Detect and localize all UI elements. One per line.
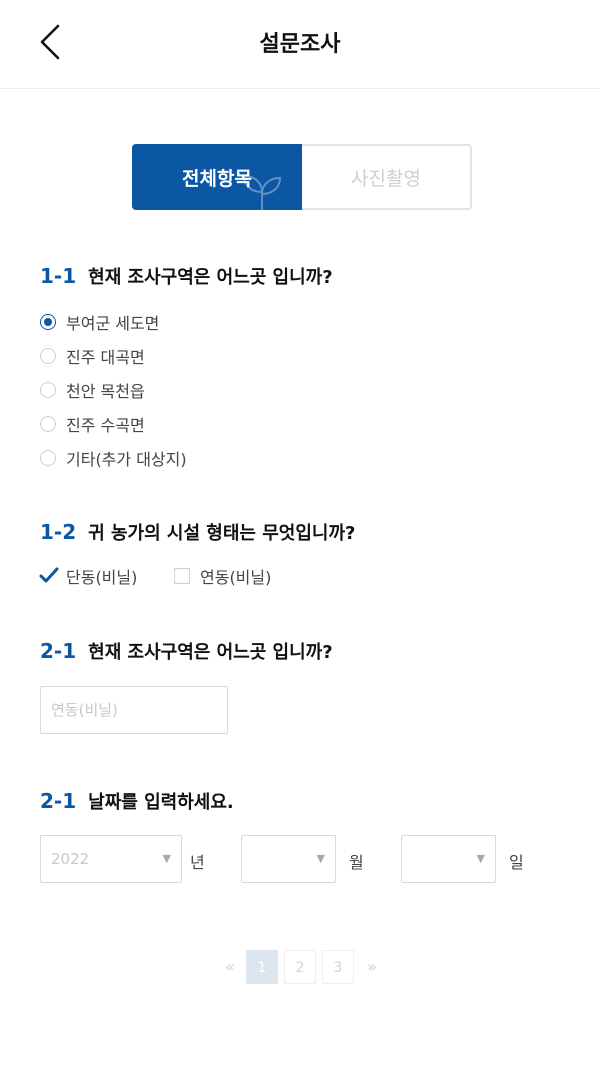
app-header: 설문조사 — [0, 0, 600, 89]
month-unit-label: 월 — [349, 853, 364, 872]
question-text: 현재 조사구역은 어느곳 입니까? — [88, 267, 333, 288]
pagination-page-2[interactable]: 2 — [284, 950, 316, 984]
tab-photo[interactable]: 사진촬영 — [302, 144, 472, 210]
question-1-1-title: 1-1 현재 조사구역은 어느곳 입니까? — [40, 263, 333, 289]
tab-photo-label: 사진촬영 — [351, 167, 421, 190]
radio-label: 부여군 세도면 — [66, 314, 160, 333]
question-text: 날짜를 입력하세요. — [88, 792, 234, 813]
radio-label: 진주 수곡면 — [66, 416, 145, 435]
question-number: 2-1 — [40, 789, 77, 813]
dropdown-arrow-icon: ▼ — [316, 852, 325, 865]
question-date-title: 2-1 날짜를 입력하세요. — [40, 788, 234, 814]
checkbox-checked-icon[interactable] — [39, 567, 59, 584]
dropdown-arrow-icon: ▼ — [162, 852, 171, 865]
radio-option[interactable]: 진주 대곡면 — [40, 344, 145, 368]
pagination-next-button[interactable]: » — [356, 950, 388, 984]
radio-label: 천안 목천읍 — [66, 382, 145, 401]
year-select[interactable]: 2022 ▼ — [40, 835, 182, 883]
year-select-value: 2022 — [51, 850, 90, 868]
question-number: 1-1 — [40, 264, 77, 288]
radio-empty-icon[interactable] — [40, 416, 56, 432]
tab-all-items[interactable]: 전체항목 — [132, 144, 302, 210]
question-number: 2-1 — [40, 639, 77, 663]
checkbox-label: 연동(비닐) — [200, 568, 272, 587]
pagination-page-1[interactable]: 1 — [246, 950, 278, 984]
answer-input[interactable]: 연동(비닐) — [40, 686, 228, 734]
checkbox-empty-icon[interactable] — [174, 568, 190, 584]
radio-option[interactable]: 진주 수곡면 — [40, 412, 145, 436]
radio-empty-icon[interactable] — [40, 382, 56, 398]
radio-option[interactable]: 부여군 세도면 — [40, 310, 159, 334]
tab-all-items-label: 전체항목 — [182, 167, 252, 190]
radio-empty-icon[interactable] — [40, 348, 56, 364]
day-unit-label: 일 — [509, 853, 524, 872]
dropdown-arrow-icon: ▼ — [476, 852, 485, 865]
radio-selected-icon[interactable] — [40, 314, 56, 330]
radio-label: 기타(추가 대상지) — [66, 450, 187, 469]
day-select[interactable]: ▼ — [401, 835, 496, 883]
radio-option[interactable]: 천안 목천읍 — [40, 378, 145, 402]
question-number: 1-2 — [40, 520, 77, 544]
radio-empty-icon[interactable] — [40, 450, 56, 466]
checkbox-option[interactable]: 단동(비닐) — [39, 564, 138, 588]
page-title: 설문조사 — [259, 32, 341, 57]
radio-option[interactable]: 기타(추가 대상지) — [40, 446, 187, 470]
pagination-prev-button[interactable]: « — [214, 950, 246, 984]
checkbox-option[interactable]: 연동(비닐) — [174, 564, 271, 588]
question-text: 현재 조사구역은 어느곳 입니까? — [88, 642, 333, 663]
pagination-page-3[interactable]: 3 — [322, 950, 354, 984]
radio-label: 진주 대곡면 — [66, 348, 145, 367]
question-text: 귀 농가의 시설 형태는 무엇입니까? — [88, 523, 356, 544]
checkbox-label: 단동(비닐) — [66, 568, 138, 587]
question-1-2-title: 1-2 귀 농가의 시설 형태는 무엇입니까? — [40, 519, 356, 545]
year-unit-label: 년 — [190, 853, 205, 872]
pagination: « 1 2 3 » — [0, 950, 600, 984]
question-2-1-title: 2-1 현재 조사구역은 어느곳 입니까? — [40, 638, 333, 664]
tab-bar: 전체항목 사진촬영 — [132, 144, 472, 210]
month-select[interactable]: ▼ — [241, 835, 336, 883]
